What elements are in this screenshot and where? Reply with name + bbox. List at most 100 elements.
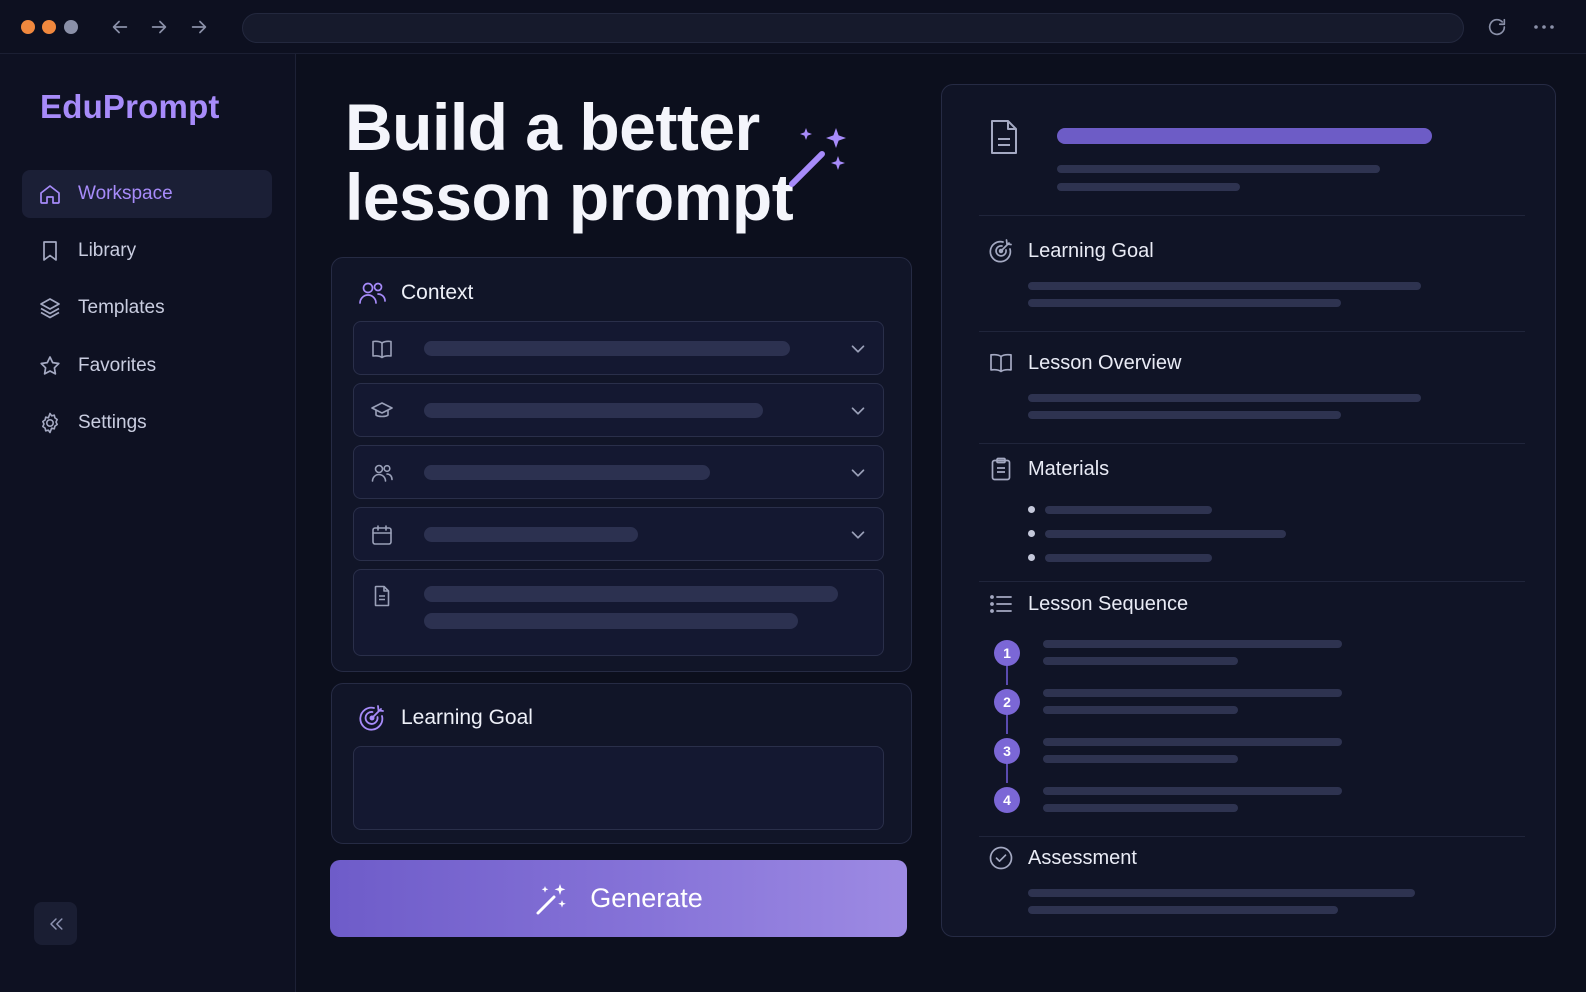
learning-goal-card: Learning Goal: [331, 683, 912, 844]
star-icon: [38, 354, 62, 378]
placeholder-line: [1045, 506, 1212, 514]
placeholder-line: [1028, 411, 1341, 419]
list-icon: [988, 591, 1014, 617]
chevrons-left-icon: [46, 914, 66, 934]
layers-icon: [38, 296, 62, 320]
chevron-down-icon: [847, 462, 869, 484]
placeholder-bar: [424, 586, 838, 602]
chevron-down-icon: [847, 338, 869, 360]
divider: [979, 331, 1525, 332]
sidebar-item-workspace[interactable]: Workspace: [22, 170, 272, 218]
placeholder-line: [1045, 554, 1212, 562]
sidebar-item-label: Templates: [78, 297, 165, 318]
document-icon: [988, 119, 1020, 155]
app-logo: EduPrompt: [40, 88, 220, 125]
preview-section-title: Learning Goal: [1028, 239, 1154, 262]
preview-section-learning-goal: Learning Goal: [988, 238, 1154, 264]
target-icon: [357, 703, 387, 733]
sidebar-item-favorites[interactable]: Favorites: [22, 342, 272, 390]
browser-toolbar: [0, 0, 1586, 54]
magic-wand-icon: [534, 881, 570, 917]
sidebar: EduPrompt Workspace Library Templates Fa…: [0, 54, 296, 992]
placeholder-line: [1028, 299, 1341, 307]
step-connector: [1006, 665, 1008, 685]
placeholder-line: [1043, 657, 1238, 665]
placeholder-line: [1028, 394, 1421, 402]
placeholder-line: [1045, 530, 1286, 538]
sidebar-item-templates[interactable]: Templates: [22, 284, 272, 332]
learning-goal-header: Learning Goal: [357, 703, 533, 733]
notes-textarea[interactable]: [353, 569, 884, 656]
preview-section-title: Lesson Sequence: [1028, 592, 1189, 615]
placeholder-line: [1043, 787, 1342, 795]
sidebar-item-settings[interactable]: Settings: [22, 399, 272, 447]
placeholder-line: [1028, 906, 1338, 914]
step-badge: 1: [994, 640, 1020, 666]
students-select[interactable]: [353, 445, 884, 499]
book-icon: [370, 337, 394, 361]
list-bullet: [1028, 554, 1035, 561]
context-header: Context: [357, 278, 473, 308]
reload-icon[interactable]: [1486, 16, 1508, 38]
preview-section-lesson-sequence: Lesson Sequence: [988, 591, 1188, 617]
step-badge: 2: [994, 689, 1020, 715]
close-window-button[interactable]: [21, 20, 35, 34]
check-circle-icon: [988, 845, 1014, 871]
step-connector: [1006, 714, 1008, 734]
gear-icon: [38, 411, 62, 435]
placeholder-bar: [424, 341, 790, 356]
maximize-window-button[interactable]: [64, 20, 78, 34]
preview-section-title: Materials: [1028, 457, 1110, 480]
preview-section-assessment: Assessment: [988, 845, 1137, 871]
placeholder-bar: [424, 527, 638, 542]
placeholder-line: [1043, 640, 1342, 648]
divider: [979, 836, 1525, 837]
document-icon: [370, 584, 394, 608]
placeholder-bar: [424, 465, 710, 480]
home-icon: [38, 182, 62, 206]
preview-section-title: Lesson Overview: [1028, 351, 1182, 374]
page-title-line-2: lesson prompt: [345, 160, 794, 234]
bookmark-icon: [38, 239, 62, 263]
back-arrow-icon[interactable]: [109, 16, 131, 38]
grade-level-select[interactable]: [353, 383, 884, 437]
placeholder-line: [1057, 165, 1380, 173]
go-arrow-icon[interactable]: [188, 16, 210, 38]
magic-wand-icon: [786, 122, 856, 192]
sidebar-item-label: Settings: [78, 412, 147, 433]
preview-section-title: Assessment: [1028, 846, 1137, 869]
minimize-window-button[interactable]: [42, 20, 56, 34]
users-icon: [357, 278, 387, 308]
placeholder-line: [1028, 889, 1415, 897]
placeholder-line: [1057, 183, 1240, 191]
forward-arrow-icon[interactable]: [148, 16, 170, 38]
context-card: Context: [331, 257, 912, 672]
placeholder-line: [1043, 689, 1342, 697]
list-bullet: [1028, 530, 1035, 537]
sidebar-item-label: Workspace: [78, 183, 173, 204]
preview-section-materials: Materials: [988, 456, 1109, 482]
preview-section-lesson-overview: Lesson Overview: [988, 350, 1181, 376]
chevron-down-icon: [847, 524, 869, 546]
subject-select[interactable]: [353, 321, 884, 375]
placeholder-bar: [424, 613, 798, 629]
step-badge: 3: [994, 738, 1020, 764]
book-icon: [988, 350, 1014, 376]
placeholder-line: [1043, 738, 1342, 746]
learning-goal-input[interactable]: [353, 746, 884, 830]
placeholder-line: [1043, 804, 1238, 812]
clipboard-icon: [988, 456, 1014, 482]
document-title-bar: [1057, 128, 1432, 144]
step-badge: 4: [994, 787, 1020, 813]
sidebar-item-library[interactable]: Library: [22, 227, 272, 275]
more-options-icon[interactable]: [1532, 16, 1556, 38]
generate-button[interactable]: Generate: [330, 860, 907, 937]
context-title: Context: [401, 281, 474, 304]
collapse-sidebar-button[interactable]: [34, 902, 77, 945]
graduation-cap-icon: [370, 399, 394, 423]
target-icon: [988, 238, 1014, 264]
placeholder-line: [1043, 755, 1238, 763]
address-bar[interactable]: [242, 13, 1464, 43]
divider: [979, 443, 1525, 444]
date-select[interactable]: [353, 507, 884, 561]
